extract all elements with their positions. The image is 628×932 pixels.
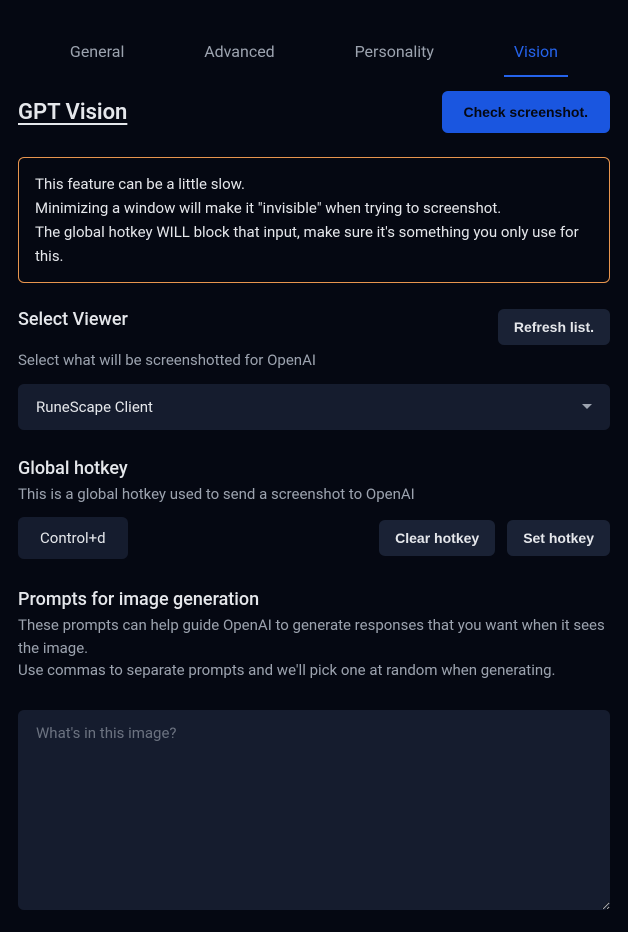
refresh-list-button[interactable]: Refresh list. — [498, 309, 610, 345]
hotkey-label: Global hotkey — [18, 458, 610, 479]
prompts-label: Prompts for image generation — [18, 589, 610, 610]
hotkey-buttons: Clear hotkey Set hotkey — [379, 520, 610, 556]
info-line-2: Minimizing a window will make it "invisi… — [35, 196, 593, 220]
viewer-select[interactable]: RuneScape Client — [18, 384, 610, 430]
tabs-bar: General Advanced Personality Vision — [0, 0, 628, 77]
prompts-desc: These prompts can help guide OpenAI to g… — [18, 614, 610, 682]
clear-hotkey-button[interactable]: Clear hotkey — [379, 520, 495, 556]
page-title: GPT Vision — [18, 100, 127, 125]
info-line-1: This feature can be a little slow. — [35, 172, 593, 196]
hotkey-desc: This is a global hotkey used to send a s… — [18, 483, 610, 506]
chevron-down-icon — [582, 404, 592, 409]
tab-vision[interactable]: Vision — [504, 28, 568, 77]
tab-general[interactable]: General — [60, 28, 134, 77]
check-screenshot-button[interactable]: Check screenshot. — [442, 91, 611, 133]
set-hotkey-button[interactable]: Set hotkey — [507, 520, 610, 556]
info-line-3: The global hotkey WILL block that input,… — [35, 220, 593, 268]
viewer-desc: Select what will be screenshotted for Op… — [18, 349, 610, 372]
viewer-label: Select Viewer — [18, 309, 128, 330]
tab-advanced[interactable]: Advanced — [194, 28, 285, 77]
hotkey-display[interactable]: Control+d — [18, 517, 128, 559]
tab-personality[interactable]: Personality — [345, 28, 444, 77]
hotkey-row: Control+d Clear hotkey Set hotkey — [18, 517, 610, 559]
info-box: This feature can be a little slow. Minim… — [18, 157, 610, 283]
viewer-section-header: Select Viewer Refresh list. — [18, 309, 610, 345]
header-row: GPT Vision Check screenshot. — [18, 91, 610, 133]
prompts-textarea[interactable] — [18, 710, 610, 910]
viewer-select-value: RuneScape Client — [36, 398, 153, 416]
